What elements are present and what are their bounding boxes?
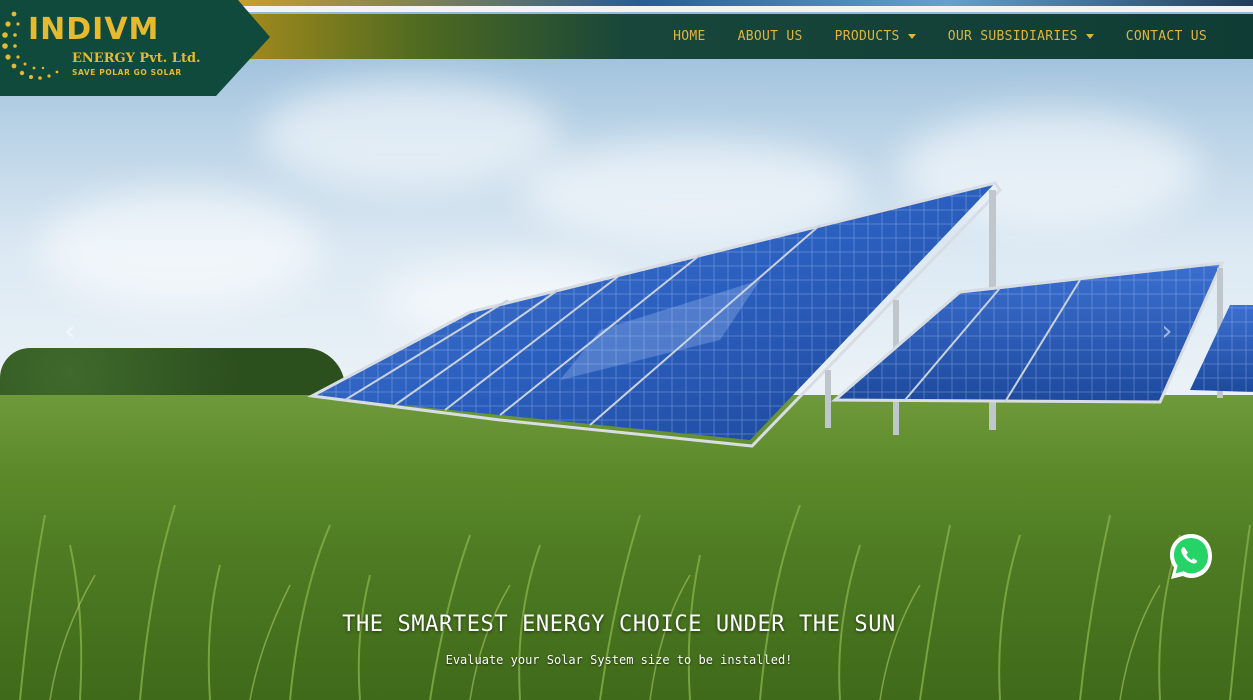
nav-menu: HOME ABOUT US PRODUCTS OUR SUBSIDIARIES … bbox=[657, 14, 1223, 59]
chevron-right-icon: › bbox=[1161, 314, 1173, 347]
hero-title: THE SMARTEST ENERGY CHOICE UNDER THE SUN bbox=[342, 612, 896, 637]
main-navbar: HOME ABOUT US PRODUCTS OUR SUBSIDIARIES … bbox=[240, 14, 1253, 59]
hero-slide bbox=[0, 0, 1253, 700]
caret-down-icon bbox=[907, 34, 916, 39]
header-top-stripe-light bbox=[230, 6, 1253, 12]
nav-item-label: OUR SUBSIDIARIES bbox=[947, 29, 1078, 44]
whatsapp-icon bbox=[1170, 534, 1212, 579]
nav-item-about-us[interactable]: ABOUT US bbox=[722, 14, 819, 59]
nav-item-label: ABOUT US bbox=[737, 29, 803, 44]
nav-item-products[interactable]: PRODUCTS bbox=[819, 14, 932, 59]
nav-item-label: PRODUCTS bbox=[834, 29, 900, 44]
caret-down-icon bbox=[1085, 34, 1094, 39]
nav-item-contact-us[interactable]: CONTACT US bbox=[1110, 14, 1223, 59]
nav-item-our-subsidiaries[interactable]: OUR SUBSIDIARIES bbox=[932, 14, 1110, 59]
brand-name: INDIVM bbox=[28, 12, 160, 47]
hero-subtitle-link[interactable]: Evaluate your Solar System size to be in… bbox=[0, 653, 1238, 667]
brand-tagline: SAVE POLAR GO SOLAR bbox=[72, 68, 182, 77]
nav-item-home[interactable]: HOME bbox=[657, 14, 722, 59]
brand-company: ENERGY Pvt. Ltd. bbox=[72, 51, 201, 66]
carousel-next-button[interactable]: › bbox=[1157, 314, 1177, 348]
nav-item-label: HOME bbox=[673, 29, 706, 44]
chevron-left-icon: ‹ bbox=[64, 314, 76, 347]
whatsapp-button[interactable] bbox=[1166, 531, 1216, 583]
carousel-prev-button[interactable]: ‹ bbox=[60, 314, 80, 348]
nav-item-label: CONTACT US bbox=[1125, 29, 1207, 44]
